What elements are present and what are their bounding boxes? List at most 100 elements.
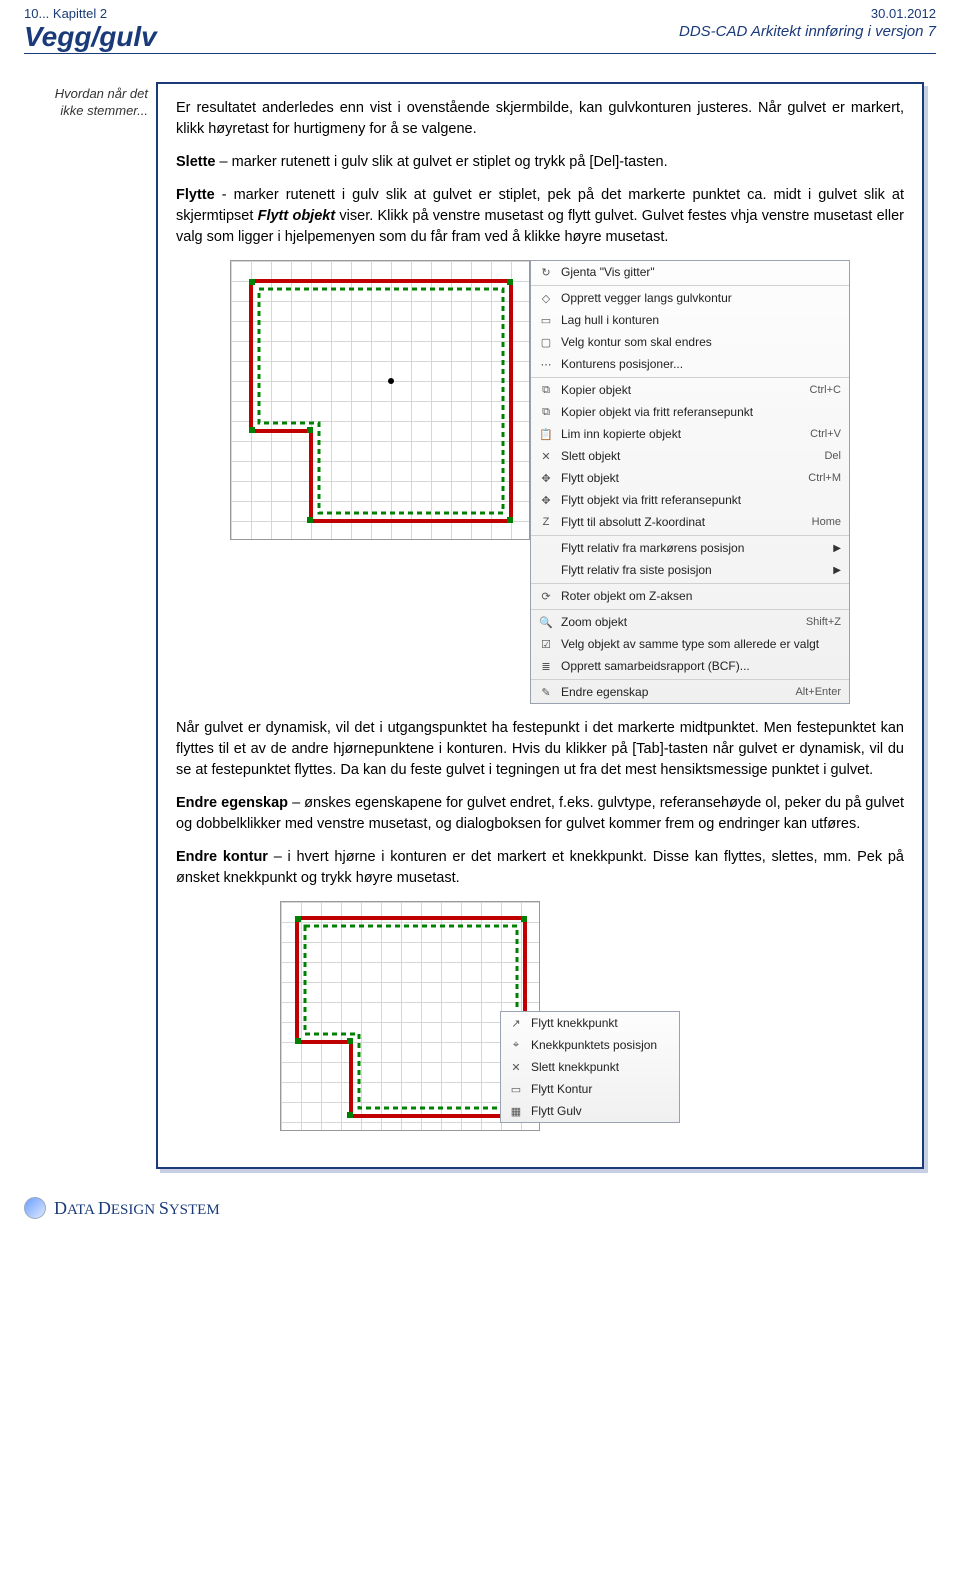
menu-knekk-item-2[interactable]: ✕ Slett knekkpunkt — [501, 1056, 679, 1078]
menu-main-item-12[interactable]: Flytt relativ fra markørens posisjon ▶ — [531, 535, 849, 559]
menu-main-item-0[interactable]: ↻ Gjenta "Vis gitter" — [531, 261, 849, 283]
menu-main-item-3[interactable]: ▢ Velg kontur som skal endres — [531, 331, 849, 353]
menu-main-shortcut-8: Del — [824, 450, 841, 462]
menu-main-label-6: Kopier objekt via fritt referansepunkt — [561, 405, 841, 419]
menu-main-item-13[interactable]: Flytt relativ fra siste posisjon▶ — [531, 559, 849, 581]
menu-main-label-12: Flytt relativ fra markørens posisjon — [561, 541, 825, 555]
menu-main-item-14[interactable]: ⟳ Roter objekt om Z-aksen — [531, 583, 849, 607]
margin-note: Hvordan når det ikke stemmer... — [36, 86, 148, 120]
menu-main-item-11[interactable]: ZFlytt til absolutt Z-koordinatHome — [531, 511, 849, 533]
menu-main-shortcut-5: Ctrl+C — [810, 384, 841, 396]
menu-main-icon-2: ▭ — [537, 312, 555, 328]
menu-main-label-16: Velg objekt av samme type som allerede e… — [561, 637, 841, 651]
paragraph-flytte: Flytte - marker rutenett i gulv slik at … — [176, 185, 904, 248]
menu-knekk-item-0[interactable]: ↗Flytt knekkpunkt — [501, 1012, 679, 1034]
paragraph-intro: Er resultatet anderledes enn vist i oven… — [176, 98, 904, 140]
menu-main-label-5: Kopier objekt — [561, 383, 802, 397]
menu-knekk-item-4[interactable]: ▦Flytt Gulv — [501, 1100, 679, 1122]
menu-main-item-6[interactable]: ⧉Kopier objekt via fritt referansepunkt — [531, 401, 849, 423]
menu-main-item-8[interactable]: ✕ Slett objekt Del — [531, 445, 849, 467]
page-footer: DATA DESIGN SYSTEM — [0, 1187, 960, 1233]
content-frame: Er resultatet anderledes enn vist i oven… — [156, 82, 924, 1169]
menu-knekk-icon-3: ▭ — [507, 1081, 525, 1097]
menu-main-label-18: Endre egenskap — [561, 685, 787, 699]
menu-main-label-10: Flytt objekt via fritt referansepunkt — [561, 493, 841, 507]
term-endre-kontur: Endre kontur — [176, 849, 268, 865]
menu-main-label-3: Velg kontur som skal endres — [561, 335, 841, 349]
menu-main-label-1: Opprett vegger langs gulvkontur — [561, 291, 841, 305]
menu-main-label-0: Gjenta "Vis gitter" — [561, 265, 841, 279]
menu-main-shortcut-18: Alt+Enter — [795, 686, 841, 698]
menu-main-icon-11: Z — [537, 514, 555, 530]
menu-knekk-icon-0: ↗ — [507, 1015, 525, 1031]
menu-main-shortcut-15: Shift+Z — [806, 616, 841, 628]
menu-main-item-7[interactable]: 📋Lim inn kopierte objektCtrl+V — [531, 423, 849, 445]
menu-main-label-15: Zoom objekt — [561, 615, 798, 629]
menu-main-item-10[interactable]: ✥ Flytt objekt via fritt referansepunkt — [531, 489, 849, 511]
submenu-arrow-icon: ▶ — [833, 565, 841, 576]
menu-main-item-18[interactable]: ✎ Endre egenskap Alt+Enter — [531, 679, 849, 703]
menu-main-icon-10: ✥ — [537, 492, 555, 508]
menu-main-item-4[interactable]: ⋯ Konturens posisjoner... — [531, 353, 849, 375]
header-date: 30.01.2012 — [871, 6, 936, 21]
menu-main-icon-0: ↻ — [537, 264, 555, 280]
margin-note-column: Hvordan når det ikke stemmer... — [36, 82, 156, 1169]
paragraph-slette: Slette – marker rutenett i gulv slik at … — [176, 152, 904, 173]
menu-main-icon-18: ✎ — [537, 684, 555, 700]
menu-main-item-5[interactable]: ⧉Kopier objektCtrl+C — [531, 377, 849, 401]
text-slette: – marker rutenett i gulv slik at gulvet … — [216, 154, 668, 170]
menu-main-icon-16: ☑ — [537, 636, 555, 652]
page-header: 10... Kapittel 2 Vegg/gulv 30.01.2012 DD… — [0, 0, 960, 51]
menu-main-item-17[interactable]: ≣ Opprett samarbeidsrapport (BCF)... — [531, 655, 849, 677]
menu-main-label-14: Roter objekt om Z-aksen — [561, 589, 841, 603]
header-right: 30.01.2012 DDS-CAD Arkitekt innføring i … — [679, 6, 936, 40]
menu-main-label-11: Flytt til absolutt Z-koordinat — [561, 515, 804, 529]
menu-main-icon-15: 🔍 — [537, 614, 555, 630]
menu-main-label-2: Lag hull i konturen — [561, 313, 841, 327]
header-left: 10... Kapittel 2 Vegg/gulv — [24, 6, 157, 51]
menu-main-label-17: Opprett samarbeidsrapport (BCF)... — [561, 659, 841, 673]
context-menu-main[interactable]: ↻ Gjenta "Vis gitter" ◇ Opprett vegger lang… — [530, 260, 850, 704]
menu-knekk-icon-2: ✕ — [507, 1059, 525, 1075]
product-name: DDS-CAD Arkitekt innføring i versjon 7 — [679, 23, 936, 40]
floor-outline-svg — [231, 261, 530, 540]
content-row: Hvordan når det ikke stemmer... Er resul… — [36, 82, 924, 1169]
menu-main-icon-9: ✥ — [537, 470, 555, 486]
cad-canvas-main — [230, 260, 530, 540]
menu-main-label-8: Slett objekt — [561, 449, 816, 463]
menu-knekk-item-3[interactable]: ▭Flytt Kontur — [501, 1078, 679, 1100]
menu-main-item-15[interactable]: 🔍 Zoom objekt Shift+Z — [531, 609, 849, 633]
menu-main-icon-17: ≣ — [537, 658, 555, 674]
figure-context-menu-main: ↻ Gjenta "Vis gitter" ◇ Opprett vegger lang… — [230, 260, 850, 704]
menu-main-label-4: Konturens posisjoner... — [561, 357, 841, 371]
paragraph-dynamic: Når gulvet er dynamisk, vil det i utgang… — [176, 718, 904, 781]
footer-brand: DATA DESIGN SYSTEM — [54, 1198, 220, 1219]
menu-knekk-label-2: Slett knekkpunkt — [531, 1060, 671, 1074]
term-endre-egenskap: Endre egenskap — [176, 795, 288, 811]
menu-main-icon-4: ⋯ — [537, 356, 555, 372]
term-flytte: Flytte — [176, 187, 215, 203]
section-title: Vegg/gulv — [24, 23, 157, 51]
menu-main-item-1[interactable]: ◇ Opprett vegger langs gulvkontur — [531, 285, 849, 309]
menu-main-item-9[interactable]: ✥Flytt objektCtrl+M — [531, 467, 849, 489]
dds-logo-icon — [24, 1197, 46, 1219]
menu-main-icon-13 — [537, 562, 555, 578]
context-menu-knekk[interactable]: ↗Flytt knekkpunkt ⌖ Knekkpunktets posisjon… — [500, 1011, 680, 1123]
menu-main-label-7: Lim inn kopierte objekt — [561, 427, 802, 441]
menu-main-item-2[interactable]: ▭ Lag hull i konturen — [531, 309, 849, 331]
menu-main-icon-8: ✕ — [537, 448, 555, 464]
menu-knekk-label-1: Knekkpunktets posisjon — [531, 1038, 671, 1052]
menu-main-icon-7: 📋 — [537, 426, 555, 442]
figure-context-menu-knekk: ↗Flytt knekkpunkt ⌖ Knekkpunktets posisjon… — [280, 901, 800, 1131]
menu-main-item-16[interactable]: ☑ Velg objekt av samme type som allerede … — [531, 633, 849, 655]
menu-main-icon-1: ◇ — [537, 290, 555, 306]
menu-knekk-label-4: Flytt Gulv — [531, 1104, 671, 1118]
menu-main-icon-12 — [537, 540, 555, 556]
submenu-arrow-icon: ▶ — [833, 543, 841, 554]
menu-knekk-icon-1: ⌖ — [507, 1037, 525, 1053]
menu-knekk-item-1[interactable]: ⌖ Knekkpunktets posisjon — [501, 1034, 679, 1056]
paragraph-endre-kontur: Endre kontur – i hvert hjørne i konturen… — [176, 847, 904, 889]
term-slette: Slette — [176, 154, 216, 170]
menu-main-icon-14: ⟳ — [537, 588, 555, 604]
menu-main-icon-3: ▢ — [537, 334, 555, 350]
